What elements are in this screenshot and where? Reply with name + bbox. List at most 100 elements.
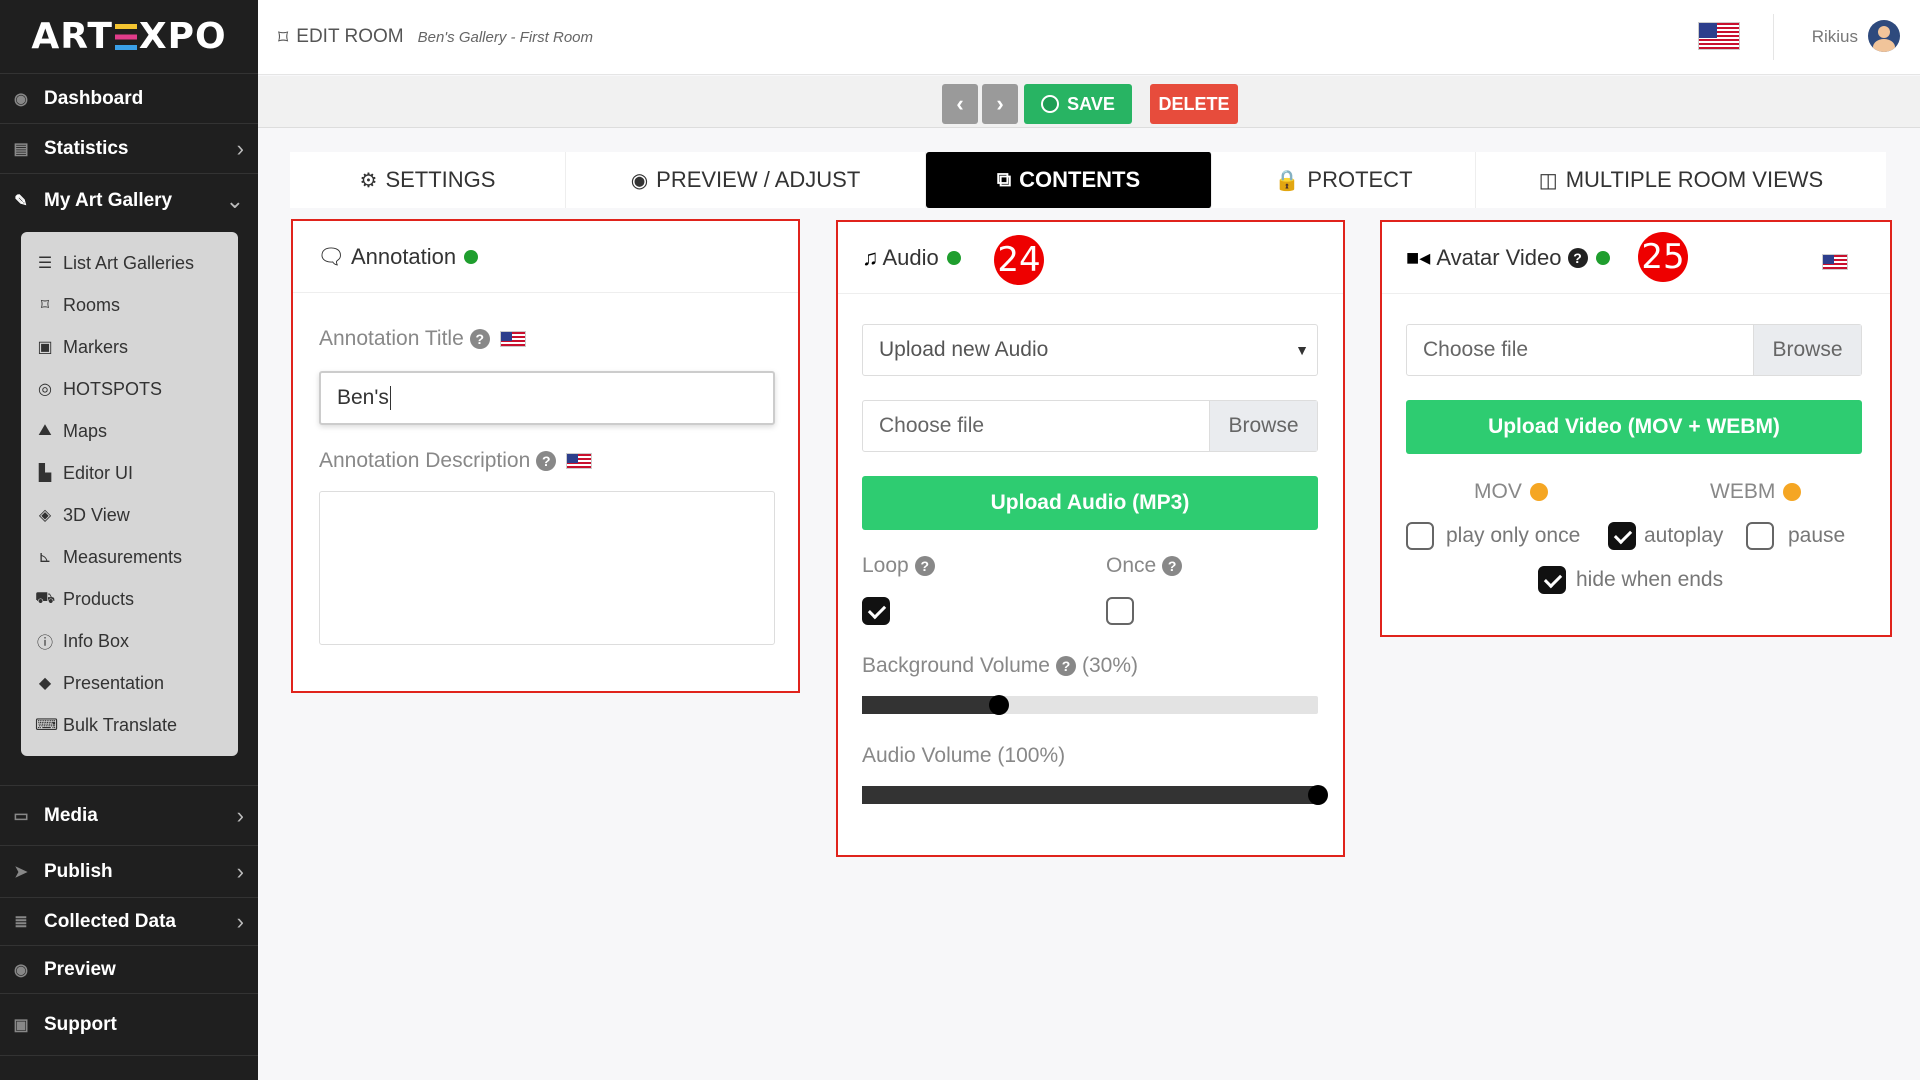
submenu-item-3d-view[interactable]: ◈ 3D View bbox=[21, 494, 238, 536]
annotation-heading: Annotation bbox=[350, 243, 457, 269]
browse-button[interactable]: Browse bbox=[1753, 325, 1861, 375]
submenu-item-info-box[interactable]: ⓘ Info Box bbox=[21, 620, 238, 662]
help-icon[interactable]: ? bbox=[1162, 556, 1183, 576]
loop-checkbox[interactable] bbox=[862, 597, 890, 625]
artexpo-logo[interactable]: ART XPO bbox=[0, 0, 258, 74]
sidebar-item-dashboard[interactable]: ◉ Dashboard bbox=[0, 74, 258, 124]
audio-volume-slider[interactable] bbox=[862, 785, 1328, 805]
sidebar-item-media[interactable]: ▭ Media › bbox=[0, 786, 258, 846]
tab-label: PROTECT bbox=[1307, 167, 1413, 192]
audio-file-input[interactable]: Choose file Browse bbox=[862, 400, 1318, 452]
submenu-item-measurements[interactable]: ⊾ Measurements bbox=[21, 536, 238, 578]
slider-fill bbox=[862, 696, 999, 714]
input-value: Ben's bbox=[337, 386, 389, 409]
hide-when-ends-label: hide when ends bbox=[1576, 568, 1724, 591]
eye-icon: ◉ bbox=[630, 169, 649, 192]
sidebar-divider bbox=[0, 764, 258, 786]
slider-handle[interactable] bbox=[1308, 785, 1328, 805]
audio-volume-label: Audio Volume (100%) bbox=[862, 744, 1065, 768]
file-placeholder: Choose file bbox=[1423, 338, 1529, 361]
autoplay-checkbox[interactable] bbox=[1608, 522, 1636, 550]
mov-status: MOV bbox=[1474, 480, 1548, 504]
list-icon: ☰ bbox=[37, 255, 53, 272]
browse-button[interactable]: Browse bbox=[1209, 401, 1317, 451]
help-icon[interactable]: ? bbox=[1055, 656, 1076, 676]
pause-checkbox[interactable] bbox=[1746, 522, 1774, 550]
sidebar-item-label: Publish bbox=[44, 860, 113, 882]
annotation-title-input[interactable]: Ben's bbox=[319, 371, 775, 425]
sidebar-item-publish[interactable]: ➤ Publish › bbox=[0, 846, 258, 898]
slider-handle[interactable] bbox=[988, 695, 1009, 715]
submenu-label: Presentation bbox=[63, 672, 165, 693]
chevron-left-icon: ‹ bbox=[956, 91, 964, 116]
room-icon: ⌑ bbox=[40, 297, 50, 314]
upload-video-button[interactable]: Upload Video (MOV + WEBM) bbox=[1406, 400, 1862, 454]
upload-audio-button[interactable]: Upload Audio (MP3) bbox=[862, 476, 1318, 530]
help-icon[interactable]: ? bbox=[914, 556, 935, 576]
label-text: Loop bbox=[862, 554, 909, 577]
submenu-item-hotspots[interactable]: ◎ HOTSPOTS bbox=[21, 368, 238, 410]
submenu-item-markers[interactable]: ▣ Markers bbox=[21, 326, 238, 368]
once-label: Once ? bbox=[1106, 554, 1183, 578]
sidebar-item-label: Preview bbox=[44, 958, 116, 980]
chevron-right-icon: › bbox=[236, 802, 244, 828]
submenu-label: Rooms bbox=[63, 294, 121, 315]
user-name[interactable]: Rikius bbox=[1812, 27, 1858, 47]
submenu-item-presentation[interactable]: ◆ Presentation bbox=[21, 662, 238, 704]
audio-source-select[interactable]: Upload new Audio ▼ bbox=[862, 324, 1318, 376]
submenu-item-bulk-translate[interactable]: ⌨ Bulk Translate bbox=[21, 704, 238, 746]
us-flag-icon[interactable] bbox=[1822, 254, 1848, 270]
avatar-video-header: ■◂ Avatar Video ? bbox=[1382, 222, 1890, 294]
support-icon: ▣ bbox=[13, 1016, 29, 1034]
sidebar-item-statistics[interactable]: ▤ Statistics › bbox=[0, 124, 258, 174]
sidebar-item-support[interactable]: ▣ Support bbox=[0, 994, 258, 1056]
editor-icon: ▙ bbox=[38, 465, 52, 482]
background-volume-slider[interactable] bbox=[862, 695, 1318, 715]
save-button[interactable]: SAVE bbox=[1024, 84, 1132, 124]
avatar[interactable] bbox=[1868, 20, 1900, 52]
status-circle-icon bbox=[1041, 95, 1060, 113]
submenu-item-maps[interactable]: ⛰ Maps bbox=[21, 410, 238, 452]
submenu-item-list-art-galleries[interactable]: ☰ List Art Galleries bbox=[21, 242, 238, 284]
us-flag-icon[interactable] bbox=[566, 453, 593, 469]
help-icon[interactable]: ? bbox=[469, 329, 490, 349]
tab-protect[interactable]: 🔒 PROTECT bbox=[1212, 152, 1476, 208]
tab-label: MULTIPLE ROOM VIEWS bbox=[1565, 167, 1824, 192]
cube-icon: ◈ bbox=[38, 507, 52, 524]
audio-panel: ♫ Audio 24 Upload new Audio ▼ Choose fil… bbox=[836, 220, 1345, 857]
status-dot bbox=[1529, 483, 1548, 501]
once-checkbox[interactable] bbox=[1106, 597, 1134, 625]
sidebar-item-label: My Art Gallery bbox=[44, 190, 173, 211]
sidebar-item-my-art-gallery[interactable]: ✎ My Art Gallery ⌄ bbox=[0, 174, 258, 228]
tab-contents[interactable]: ⧉ CONTENTS bbox=[926, 152, 1212, 208]
gallery-submenu: ☰ List Art Galleries ⌑ Rooms ▣ Markers ◎ HOT… bbox=[21, 232, 238, 756]
tab-multiple-room-views[interactable]: ◫ MULTIPLE ROOM VIEWS bbox=[1476, 152, 1886, 208]
us-flag-icon[interactable] bbox=[1698, 22, 1740, 50]
translate-icon: ⌨ bbox=[35, 717, 59, 734]
images-icon: ⧉ bbox=[996, 168, 1012, 191]
help-icon[interactable]: ? bbox=[1567, 247, 1588, 268]
submenu-item-products[interactable]: ⛟ Products bbox=[21, 578, 238, 620]
play-only-once-checkbox[interactable] bbox=[1406, 522, 1434, 550]
submenu-item-editor-ui[interactable]: ▙ Editor UI bbox=[21, 452, 238, 494]
caret-down-icon: ▼ bbox=[1295, 342, 1309, 358]
us-flag-icon[interactable] bbox=[499, 331, 526, 347]
status-dot bbox=[464, 249, 479, 264]
chevron-down-icon: ⌄ bbox=[225, 188, 244, 213]
tab-bar: ⚙ SETTINGS ◉ PREVIEW / ADJUST ⧉ CONTENTS 🔒 P… bbox=[290, 152, 1886, 208]
sidebar-item-collected-data[interactable]: ≣ Collected Data › bbox=[0, 898, 258, 946]
submenu-item-rooms[interactable]: ⌑ Rooms bbox=[21, 284, 238, 326]
annotation-description-textarea[interactable] bbox=[319, 491, 775, 645]
monitor-icon: ▭ bbox=[13, 807, 29, 825]
next-button[interactable]: › bbox=[982, 84, 1018, 124]
delete-button[interactable]: DELETE bbox=[1150, 84, 1238, 124]
hide-when-ends-checkbox[interactable] bbox=[1538, 566, 1566, 594]
help-icon[interactable]: ? bbox=[536, 451, 557, 471]
sidebar-item-preview[interactable]: ◉ Preview bbox=[0, 946, 258, 994]
video-file-input[interactable]: Choose file Browse bbox=[1406, 324, 1862, 376]
prev-button[interactable]: ‹ bbox=[942, 84, 978, 124]
tab-settings[interactable]: ⚙ SETTINGS bbox=[290, 152, 566, 208]
tab-preview-adjust[interactable]: ◉ PREVIEW / ADJUST bbox=[566, 152, 926, 208]
lock-icon: 🔒 bbox=[1274, 169, 1300, 192]
presentation-icon: ◆ bbox=[38, 675, 52, 692]
